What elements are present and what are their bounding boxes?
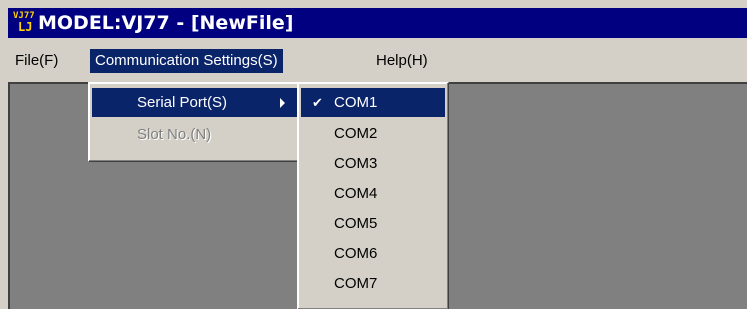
menu-file[interactable]: File(F) [10,49,63,73]
checkmark-icon: ✔ [312,95,323,110]
menu-item-slot-no: Slot No.(N) [92,120,297,149]
menu-item-com2[interactable]: COM2 [301,119,445,148]
app-window: VJ77 LJ MODEL:VJ77 - [NewFile] File(F) C… [0,0,747,309]
com-label: COM1 [334,94,378,111]
submenu-arrow-icon [280,98,285,108]
menu-item-com1[interactable]: ✔ COM1 [301,88,445,117]
menu-item-com7[interactable]: COM7 [301,269,445,298]
com-label: COM7 [334,275,378,292]
com-label: COM4 [334,185,378,202]
menu-bar: File(F) Communication Settings(S) Help(H… [8,46,747,76]
menu-item-com3[interactable]: COM3 [301,149,445,178]
com-label: COM5 [334,215,378,232]
menu-help[interactable]: Help(H) [371,49,433,73]
menu-item-serial-port[interactable]: Serial Port(S) [92,88,297,117]
app-icon: VJ77 LJ [12,12,35,34]
slot-no-label: Slot No.(N) [137,126,212,143]
serial-port-label: Serial Port(S) [137,94,228,111]
app-icon-bottom-text: LJ [18,20,33,34]
menu-item-com4[interactable]: COM4 [301,179,445,208]
title-bar[interactable]: VJ77 LJ MODEL:VJ77 - [NewFile] [8,8,747,38]
menu-item-com5[interactable]: COM5 [301,209,445,238]
window-title: MODEL:VJ77 - [NewFile] [38,12,294,34]
menu-communication-settings[interactable]: Communication Settings(S) [90,49,283,73]
com-label: COM6 [334,245,378,262]
serial-port-submenu: ✔ COM1 COM2 COM3 COM4 COM5 COM6 COM7 [297,82,449,309]
com-label: COM2 [334,125,378,142]
communication-settings-dropdown: Serial Port(S) Slot No.(N) [88,82,301,162]
com-label: COM3 [334,155,378,172]
menu-item-com6[interactable]: COM6 [301,239,445,268]
